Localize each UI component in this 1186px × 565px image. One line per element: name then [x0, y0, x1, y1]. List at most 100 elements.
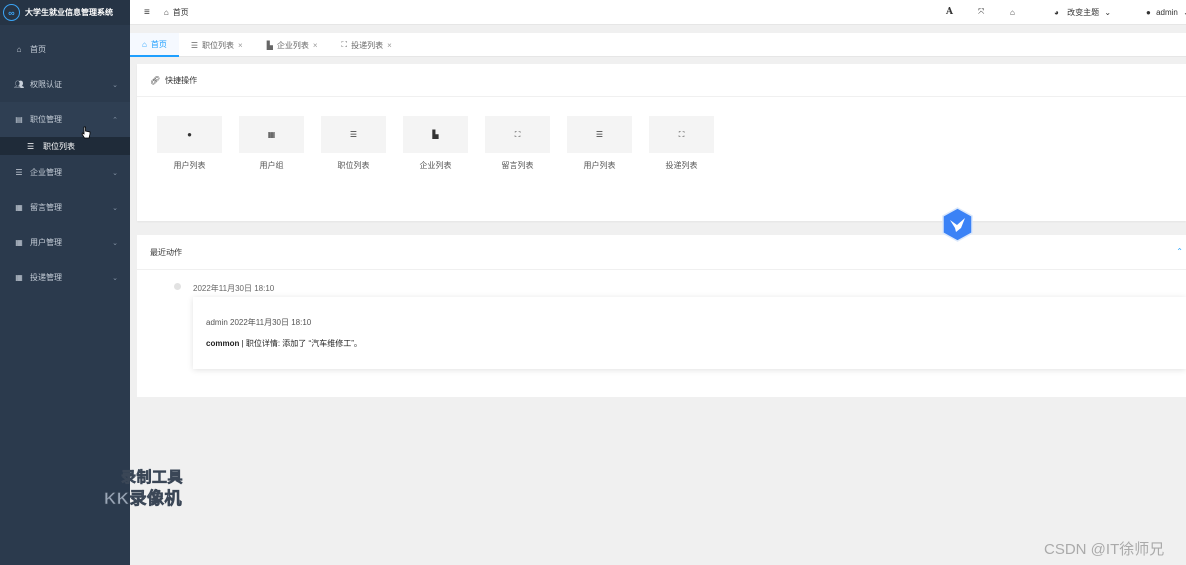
grid-icon: ▦: [15, 273, 23, 282]
sidebar-menu: ⌂ 首页 👥︎ 权限认证 ⌄ ▤ 职位管理 ⌃ ☰ 职位列表 ☰ 企业管理 ⌄ …: [0, 32, 130, 295]
sidebar-item-applications[interactable]: ▦ 投递管理 ⌄: [0, 260, 130, 295]
shortcut-label: 用户列表: [583, 161, 616, 170]
sidebar-item-users[interactable]: ▦ 用户管理 ⌄: [0, 225, 130, 260]
shortcut-label: 留言列表: [501, 161, 534, 170]
sidebar-item-label: 职位管理: [30, 115, 62, 124]
list-icon: ☰: [15, 168, 23, 177]
shortcut-company-list[interactable]: ▙ 企业列表: [403, 116, 485, 171]
sidebar-item-jobs[interactable]: ▤ 职位管理 ⌃: [0, 102, 130, 137]
tab-label: 职位列表: [202, 40, 235, 50]
chevron-down-icon: ⌄: [112, 81, 118, 89]
close-icon[interactable]: ×: [313, 41, 318, 50]
chevron-down-icon: ⌄: [112, 274, 118, 282]
timeline-body: common | 职位详情: 添加了 “汽车维修工”。: [206, 338, 362, 349]
table-icon: ▦: [239, 116, 304, 153]
shortcut-application-list[interactable]: ⛶ 投递列表: [649, 116, 731, 171]
tab-job-list[interactable]: ☰ 职位列表 ×: [179, 33, 255, 57]
fullscreen-icon[interactable]: ⤧: [978, 7, 984, 17]
chevron-down-icon: ⌄: [112, 169, 118, 177]
list-icon: ☰: [190, 40, 199, 50]
panel-header: 🔗︎ 快捷操作: [137, 64, 1186, 97]
font-size-button[interactable]: A: [946, 7, 953, 17]
home-icon: ⌂: [16, 45, 22, 54]
shortcut-label: 企业列表: [419, 161, 452, 170]
shortcut-label: 用户组: [259, 161, 284, 170]
chevron-down-icon: ⌄: [1104, 7, 1112, 17]
home-icon: ⌂: [142, 39, 147, 49]
sidebar-item-label: 首页: [30, 45, 46, 54]
watermark-recorder-line2: KK录像机: [104, 489, 183, 509]
list-icon: ☰: [27, 141, 35, 151]
sidebar-subitem-job-list[interactable]: ☰ 职位列表: [0, 137, 130, 155]
palette-icon: ◕: [1054, 7, 1059, 17]
home-icon: ⌂: [163, 7, 169, 17]
close-icon[interactable]: ×: [387, 41, 392, 50]
shortcut-label: 投递列表: [665, 161, 698, 170]
sidebar-item-auth[interactable]: 👥︎ 权限认证 ⌄: [0, 67, 130, 102]
user-icon: ●: [1146, 7, 1151, 17]
chevron-down-icon: ⌄: [112, 239, 118, 247]
user-group-icon: 👥︎: [14, 80, 25, 89]
close-icon[interactable]: ×: [238, 41, 243, 50]
grid-small-icon: ▦: [15, 238, 23, 247]
sidebar: ∞ 大学生就业信息管理系统 ⌂ 首页 👥︎ 权限认证 ⌄ ▤ 职位管理 ⌃ ☰ …: [0, 0, 130, 565]
home-button-icon[interactable]: ⌂: [1010, 8, 1015, 17]
timeline-meta: admin 2022年11月30日 18:10: [206, 318, 312, 327]
floating-bird-icon[interactable]: [941, 207, 974, 242]
panel-title: 快捷操作: [165, 75, 198, 85]
mouse-cursor-icon: [81, 126, 91, 139]
top-bar: ≡ ⌂ 首页 A ⤧ ⌂ ◕ 改变主题 ⌄ ● admin ⌄: [130, 0, 1186, 25]
link-icon: 🔗︎: [150, 75, 161, 85]
sidebar-subitem-label: 职位列表: [43, 141, 75, 151]
list-icon: ☰: [321, 116, 386, 153]
timeline-dot: [174, 283, 181, 290]
tab-label: 首页: [150, 39, 167, 49]
user-menu[interactable]: ● admin ⌄: [1146, 8, 1186, 17]
breadcrumb: ⌂ 首页: [164, 7, 189, 18]
breadcrumb-current: 首页: [172, 7, 189, 17]
sidebar-item-home[interactable]: ⌂ 首页: [0, 32, 130, 67]
picture-icon: ⛶: [341, 40, 348, 49]
chevron-up-icon[interactable]: ⌃: [1176, 247, 1183, 256]
sidebar-item-companies[interactable]: ☰ 企业管理 ⌄: [0, 155, 130, 190]
app-title: 大学生就业信息管理系统: [25, 8, 113, 17]
panel-header: 最近动作: [137, 235, 1186, 270]
theme-label: 改变主题: [1067, 7, 1100, 17]
indent-list-icon: ☰: [567, 116, 632, 153]
panel-title: 最近动作: [150, 247, 182, 257]
menu-toggle-icon[interactable]: ≡: [144, 7, 150, 18]
sidebar-item-messages[interactable]: ▦ 留言管理 ⌄: [0, 190, 130, 225]
sidebar-item-label: 留言管理: [30, 203, 62, 212]
user-label: admin: [1156, 7, 1178, 17]
shortcut-message-list[interactable]: ⛶ 留言列表: [485, 116, 567, 171]
watermark-csdn: CSDN @IT徐师兄: [1044, 541, 1165, 558]
shortcut-grid: ● 用户列表 ▦ 用户组 ☰ 职位列表 ▙ 企业列表 ⛶ 留言列表 ☰ 用户列表…: [157, 116, 731, 171]
factory-icon: ▙: [266, 40, 273, 50]
grid-icon: ▦: [15, 203, 23, 212]
brand: ∞ 大学生就业信息管理系统: [0, 0, 130, 25]
tab-company-list[interactable]: ▙ 企业列表 ×: [255, 33, 330, 57]
recent-actions-panel: 最近动作 ⌃ 2022年11月30日 18:10 admin 2022年11月3…: [137, 235, 1186, 397]
quick-actions-panel: 🔗︎ 快捷操作 ● 用户列表 ▦ 用户组 ☰ 职位列表 ▙ 企业列表 ⛶ 留言列…: [137, 64, 1186, 221]
sidebar-item-label: 权限认证: [30, 80, 62, 89]
picture-icon: ⛶: [485, 116, 550, 153]
timeline-text: | 职位详情: 添加了 “汽车维修工”。: [239, 339, 362, 348]
tab-home[interactable]: ⌂ 首页: [130, 33, 179, 57]
picture-icon: ⛶: [649, 116, 714, 153]
timeline-date: 2022年11月30日 18:10: [193, 284, 275, 293]
sidebar-item-label: 投递管理: [30, 273, 62, 282]
chevron-up-icon: ⌃: [112, 116, 118, 124]
tab-label: 企业列表: [276, 40, 309, 50]
chevron-down-icon: ⌄: [112, 204, 118, 212]
user-icon: ●: [157, 116, 222, 153]
shortcut-user-list-2[interactable]: ☰ 用户列表: [567, 116, 649, 171]
tab-application-list[interactable]: ⛶ 投递列表 ×: [330, 33, 404, 57]
logo-icon: ∞: [3, 4, 20, 21]
sidebar-item-label: 用户管理: [30, 238, 62, 247]
shortcut-user-group[interactable]: ▦ 用户组: [239, 116, 321, 171]
shortcut-job-list[interactable]: ☰ 职位列表: [321, 116, 403, 171]
tab-label: 投递列表: [351, 40, 384, 50]
shortcut-label: 用户列表: [173, 161, 206, 170]
theme-menu[interactable]: ◕ 改变主题 ⌄: [1054, 7, 1111, 18]
shortcut-user-list[interactable]: ● 用户列表: [157, 116, 239, 171]
